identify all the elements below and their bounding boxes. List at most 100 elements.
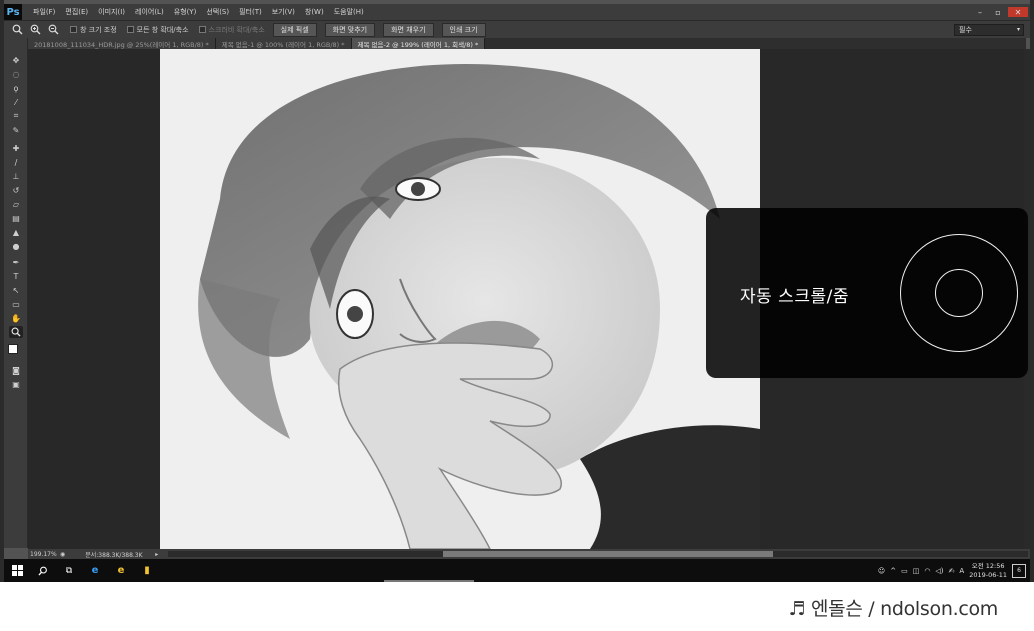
tab-document-2[interactable]: 제목 없음-1 @ 100% (레이어 1, RGB/8) * [215,38,352,49]
menu-layer[interactable]: 레이어(L) [130,7,169,17]
wifi-icon[interactable]: ◠ [924,567,930,575]
clock[interactable]: 오전 12:56 2019-06-11 [969,562,1007,580]
history-brush-icon[interactable]: ↺ [9,184,23,196]
screen-mode-icon[interactable]: ▣ [9,378,23,390]
lasso-icon[interactable]: ϙ [9,82,23,94]
chevron-down-icon: ▾ [1016,26,1020,33]
resize-windows-checkbox[interactable]: 창 크기 조정 [70,25,117,35]
quick-select-icon[interactable]: ⁄ [9,96,23,108]
document-size[interactable]: 문서:388.3K/388.3K [85,550,155,559]
horizontal-scrollbar[interactable] [168,551,1028,557]
eraser-icon[interactable]: ▱ [9,198,23,210]
zoom-ring-inner-icon [935,269,983,317]
menu-view[interactable]: 보기(V) [267,7,300,17]
windows-taskbar: ⧉ e e ▮ ☺ ^ ▭ ◫ ◠ ◁) ✍ A 오전 12:56 2019-0… [4,559,1030,582]
running-app-indicator [384,580,474,582]
crop-icon[interactable]: ⌗ [9,110,23,122]
share-icon[interactable]: ◉ [60,551,65,558]
tools-panel: ✥ ◌ ϙ ⁄ ⌗ ✎ ✚ ∕ ⊥ ↺ ▱ ▤ ▲ ● ✒ T ↖ ▭ ✋ ◙ … [4,38,28,548]
restore-button[interactable]: ▫ [990,7,1006,17]
checkbox-box [198,26,206,33]
window-controls: – ▫ ✕ [972,7,1030,17]
pen-icon[interactable]: ✒ [9,256,23,268]
menu-edit[interactable]: 편집(E) [60,7,93,17]
color-swatches[interactable] [8,344,24,360]
tab-document-3[interactable]: 제목 없음-2 @ 199% (레이어 1, 회색/8) * [351,38,486,49]
blur-icon[interactable]: ▲ [9,226,23,238]
zoom-level[interactable]: 199.17% [28,551,60,558]
clock-time: 오전 12:56 [971,561,1005,570]
scrubby-zoom-label: 스크러비 확대/축소 [208,25,265,34]
system-tray: ☺ ^ ▭ ◫ ◠ ◁) ✍ A 오전 12:56 2019-06-11 6 [878,562,1030,580]
windows-start-icon[interactable] [4,559,30,582]
zoom-all-windows-checkbox[interactable]: 모든 창 확대/축소 [126,25,189,35]
pencil-portrait-image [160,49,760,549]
edge-browser-icon[interactable]: e [82,559,108,582]
healing-icon[interactable]: ✚ [9,142,23,154]
zoom-tool-preset-icon[interactable] [10,24,24,36]
menu-window[interactable]: 창(W) [300,7,329,17]
options-bar: 창 크기 조정 모든 창 확대/축소 스크러비 확대/축소 실제 픽셀 화면 맞… [4,20,1030,38]
internet-explorer-icon[interactable]: e [108,559,134,582]
eyedropper-icon[interactable]: ✎ [9,124,23,136]
input-language-indicator[interactable]: A [959,567,964,575]
zoom-out-icon[interactable] [46,24,60,36]
quick-mask-icon[interactable]: ◙ [9,364,23,376]
search-icon[interactable] [30,559,56,582]
file-explorer-icon[interactable]: ▮ [134,559,160,582]
checkbox-box[interactable] [70,26,77,33]
minimize-button[interactable]: – [972,7,988,17]
path-select-icon[interactable]: ↖ [9,284,23,296]
menu-bar: Ps 파일(F) 편집(E) 이미지(I) 레이어(L) 유형(Y) 선택(S)… [4,4,1030,20]
clock-date: 2019-06-11 [969,570,1007,579]
actual-pixels-button[interactable]: 실제 픽셀 [272,22,317,37]
menu-type[interactable]: 유형(Y) [169,7,202,17]
type-icon[interactable]: T [9,270,23,282]
shape-icon[interactable]: ▭ [9,298,23,310]
scrollbar-thumb[interactable] [443,551,773,557]
people-icon[interactable]: ☺ [878,567,885,575]
menu-image[interactable]: 이미지(I) [93,7,130,17]
battery-icon[interactable]: ▭ [901,567,908,575]
task-view-icon[interactable]: ⧉ [56,559,82,582]
brush-icon[interactable]: ∕ [9,156,23,168]
status-bar: 199.17% ◉ 문서:388.3K/388.3K ▸ [28,549,1030,559]
marquee-icon[interactable]: ◌ [9,68,23,80]
hand-icon[interactable]: ✋ [9,312,23,324]
tab-document-1[interactable]: 20181008_111034_HDR.jpg @ 25%(레이어 1, RGB… [28,38,216,49]
close-button[interactable]: ✕ [1008,7,1028,17]
auto-scroll-zoom-overlay: 자동 스크롤/줌 [706,208,1028,378]
dodge-icon[interactable]: ● [9,240,23,252]
checkbox-box[interactable] [126,26,134,33]
menu-filter[interactable]: 필터(T) [234,7,267,17]
menu-help[interactable]: 도움말(H) [329,7,369,17]
volume-icon[interactable]: ◁) [935,567,943,575]
gradient-icon[interactable]: ▤ [9,212,23,224]
workspace-select[interactable]: 필수 ▾ [954,23,1024,36]
move-icon[interactable]: ✥ [9,54,23,66]
status-menu-arrow-icon[interactable]: ▸ [155,551,158,558]
scrubby-zoom-checkbox: 스크러비 확대/축소 [198,25,265,35]
menu-file[interactable]: 파일(F) [28,7,60,17]
zoom-in-icon[interactable] [28,24,42,36]
zoom-all-windows-label: 모든 창 확대/축소 [136,25,189,34]
menu-select[interactable]: 선택(S) [201,7,234,17]
document-tabs: 20181008_111034_HDR.jpg @ 25%(레이어 1, RGB… [28,38,1026,49]
zoom-icon[interactable] [9,326,23,338]
fill-screen-button[interactable]: 화면 채우기 [383,22,434,37]
foreground-color[interactable] [8,344,18,354]
pen-workspace-icon[interactable]: ✍ [949,567,955,575]
fit-screen-button[interactable]: 화면 맞추기 [324,22,376,37]
watermark: ♬ 엔돌슨 / ndolson.com [788,598,999,620]
show-hidden-icons-icon[interactable]: ^ [890,567,896,575]
resize-windows-label: 창 크기 조정 [80,25,117,34]
network-icon[interactable]: ◫ [913,567,920,575]
photoshop-logo: Ps [4,4,22,20]
stamp-icon[interactable]: ⊥ [9,170,23,182]
workspace-value: 필수 [959,25,972,34]
tab-label: 20181008_111034_HDR.jpg @ 25%(레이어 1, RGB… [34,40,209,49]
notification-center-icon[interactable]: 6 [1012,563,1026,578]
notification-count: 6 [1017,567,1021,574]
overlay-label: 자동 스크롤/줌 [740,287,849,307]
print-size-button[interactable]: 인쇄 크기 [441,22,486,37]
